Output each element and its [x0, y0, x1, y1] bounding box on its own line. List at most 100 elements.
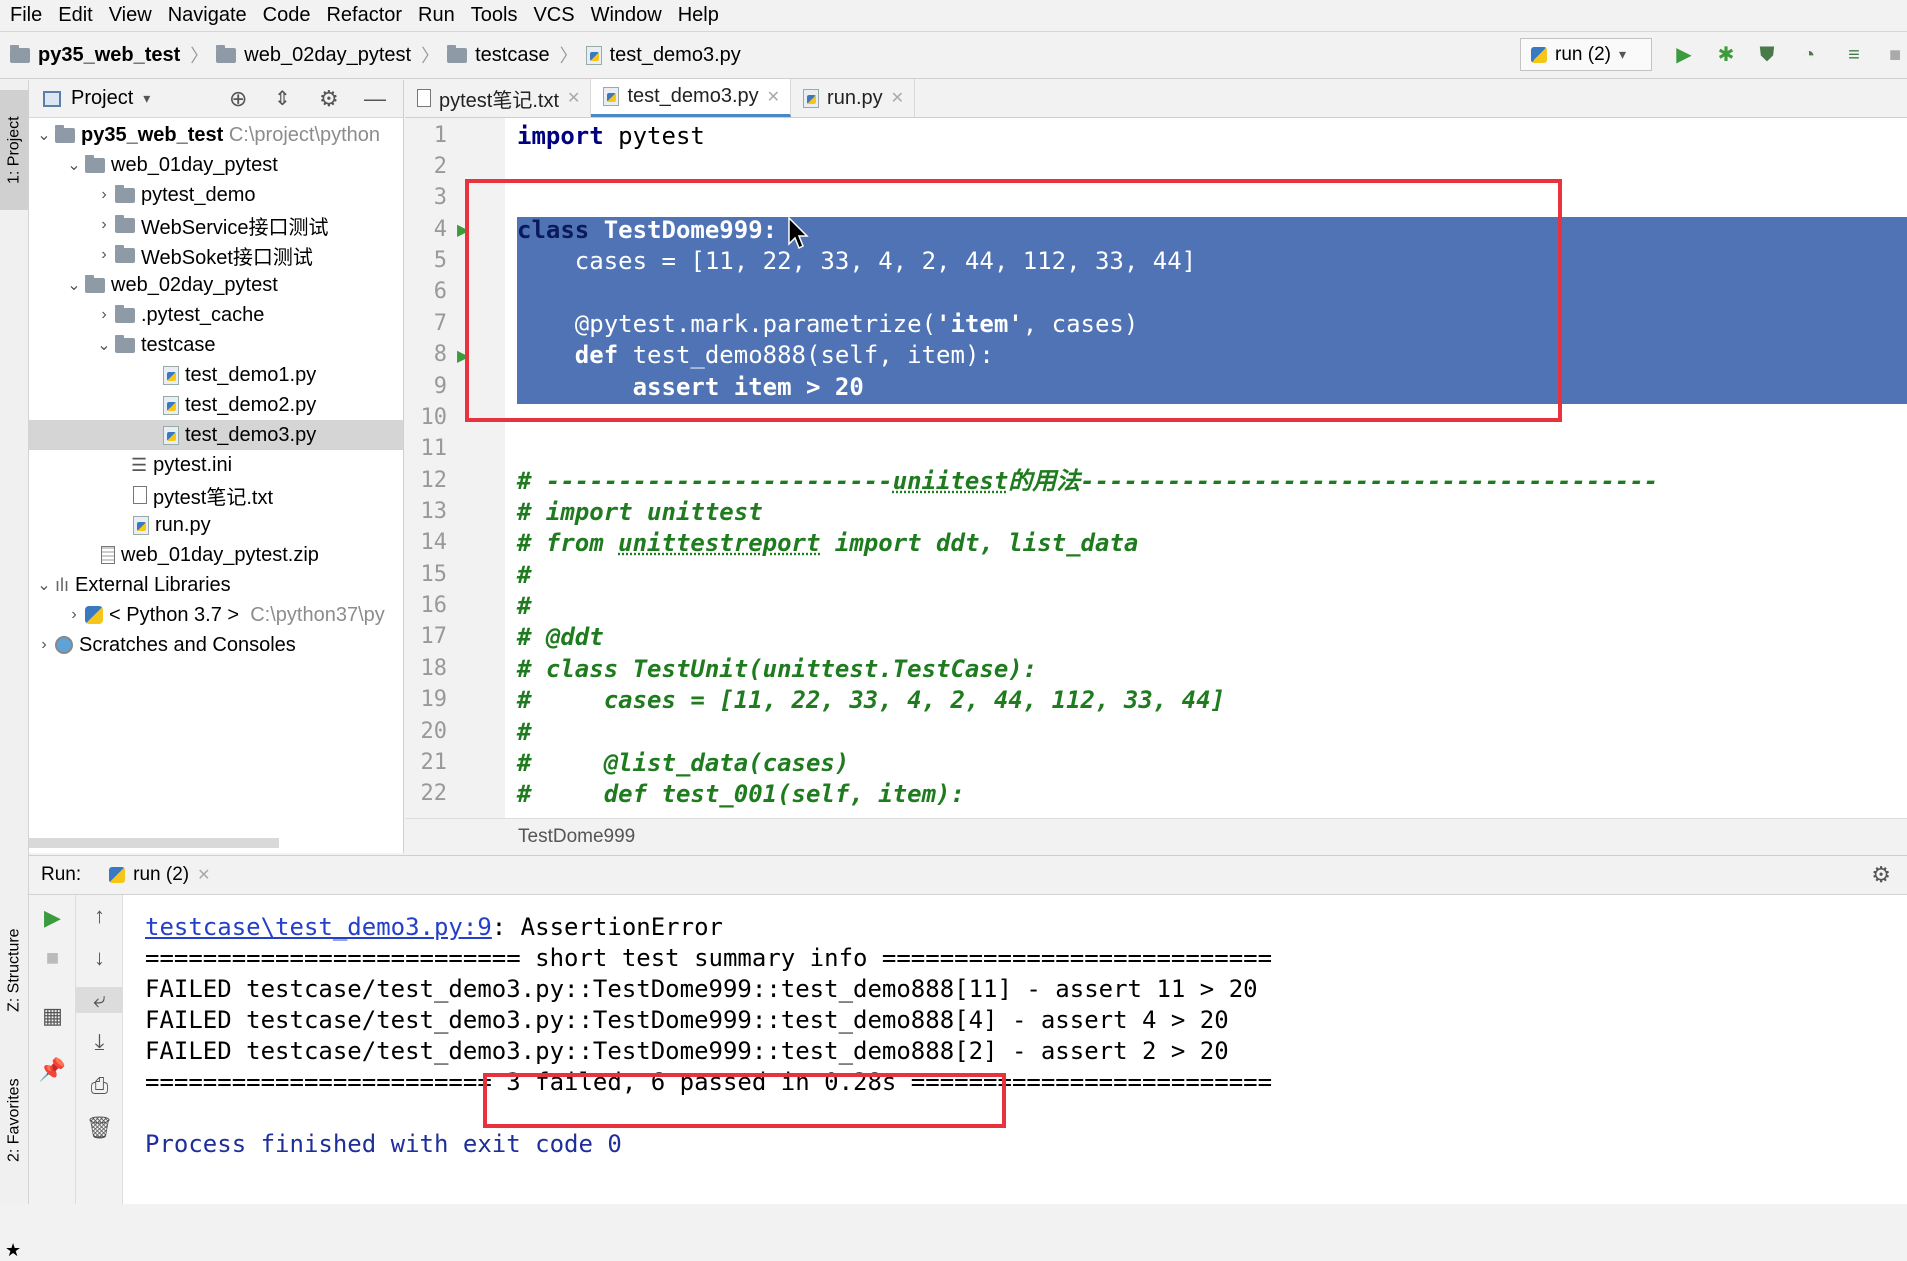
python-icon: [85, 606, 103, 624]
tree-item[interactable]: ⌄ ılı External Libraries: [29, 570, 403, 600]
project-view-title[interactable]: Project: [71, 87, 133, 110]
folder-icon: [115, 184, 135, 203]
down-arrow-icon[interactable]: ↓: [76, 945, 123, 971]
tree-item[interactable]: pytest笔记.txt: [29, 480, 403, 510]
menu-code[interactable]: Code: [257, 4, 321, 27]
comment: unittestreport: [618, 529, 821, 557]
stop-icon[interactable]: ■: [1884, 44, 1906, 66]
console-output[interactable]: testcase\test_demo3.py:9: AssertionError…: [123, 895, 1907, 1204]
structure-tool-tab[interactable]: Z: Structure: [0, 900, 29, 1040]
python-icon: [1531, 46, 1547, 63]
scroll-to-end-icon[interactable]: ⤓: [76, 1029, 123, 1055]
tree-item[interactable]: ⌄ testcase: [29, 330, 403, 360]
menu-help[interactable]: Help: [672, 4, 729, 27]
library-icon: ılı: [55, 574, 70, 595]
console-exit-line: Process finished with exit code 0: [145, 1130, 622, 1158]
menu-view[interactable]: View: [103, 4, 162, 27]
run-tab[interactable]: run (2) ✕: [109, 864, 211, 886]
chevron-down-icon[interactable]: ▾: [143, 90, 150, 107]
tab-run[interactable]: run.py ✕: [791, 79, 916, 117]
folder-icon: [10, 44, 30, 63]
comment: import ddt, list_data: [820, 529, 1139, 557]
console-line: FAILED testcase/test_demo3.py::TestDome9…: [145, 1037, 1229, 1065]
run-concurrency-icon[interactable]: ≡: [1843, 44, 1865, 66]
tree-item[interactable]: ⌄ web_01day_pytest: [29, 150, 403, 180]
console-text: : AssertionError: [491, 913, 723, 941]
breadcrumb-folder[interactable]: web_02day_pytest: [216, 44, 411, 67]
menu-tools[interactable]: Tools: [465, 4, 528, 27]
rerun-icon[interactable]: ▶: [29, 905, 76, 931]
tree-item-label: test_demo3.py: [185, 423, 317, 446]
menu-run[interactable]: Run: [412, 4, 465, 27]
collapse-all-icon[interactable]: ⇕: [274, 86, 291, 111]
print-icon[interactable]: ⎙: [76, 1073, 123, 1099]
line-number: 16: [420, 593, 448, 618]
chevron-right-icon: 〉: [421, 46, 440, 66]
tree-item[interactable]: ⌄ web_02day_pytest: [29, 270, 403, 300]
file-link[interactable]: testcase\test_demo3.py:9: [145, 913, 492, 941]
breadcrumb-file[interactable]: test_demo3.py: [585, 44, 741, 67]
favorites-tool-tab[interactable]: 2: Favorites: [0, 1055, 29, 1185]
code-breadcrumb-label: TestDome999: [518, 826, 636, 847]
menu-refactor[interactable]: Refactor: [320, 4, 412, 27]
profile-icon[interactable]: ◔: [1798, 44, 1820, 66]
hide-icon[interactable]: —: [364, 86, 386, 112]
tree-item[interactable]: › pytest_demo: [29, 180, 403, 210]
tree-item[interactable]: web_01day_pytest.zip: [29, 540, 403, 570]
gear-icon[interactable]: ⚙: [1871, 862, 1891, 888]
horizontal-scrollbar[interactable]: [29, 838, 279, 848]
tab-label: test_demo3.py: [627, 85, 759, 107]
editor-tabs: pytest笔记.txt ✕ test_demo3.py ✕ run.py ✕: [405, 79, 1907, 118]
breadcrumb-project[interactable]: py35_web_test: [10, 44, 180, 67]
python-file-icon: [163, 425, 179, 445]
project-tool-tab-label: 1: Project: [5, 116, 23, 184]
tree-item[interactable]: test_demo2.py: [29, 390, 403, 420]
layout-icon[interactable]: ▦: [29, 1003, 76, 1029]
chevron-down-icon: ⌄: [67, 277, 81, 294]
menu-bar: File Edit View Navigate Code Refactor Ru…: [0, 0, 1907, 31]
menu-vcs[interactable]: VCS: [527, 4, 584, 27]
tree-item[interactable]: › WebService接口测试: [29, 210, 403, 240]
run-panel-label: Run:: [41, 864, 82, 885]
tree-item-selected[interactable]: test_demo3.py: [29, 420, 403, 450]
tree-item[interactable]: ⌄ py35_web_test C:\project\python: [29, 120, 403, 150]
tree-item[interactable]: › WebSoket接口测试: [29, 240, 403, 270]
project-tool-tab[interactable]: 1: Project: [0, 90, 29, 210]
breadcrumb-label: web_02day_pytest: [244, 43, 412, 66]
soft-wrap-icon[interactable]: ⤶: [76, 987, 123, 1013]
run-config-select[interactable]: run (2) ▾: [1520, 38, 1652, 71]
tree-item[interactable]: › Scratches and Consoles: [29, 630, 403, 660]
run-icon[interactable]: ▶: [1673, 44, 1695, 66]
stop-icon[interactable]: ■: [29, 945, 76, 971]
locate-icon[interactable]: ⊕: [229, 86, 247, 112]
tree-item[interactable]: ☰ pytest.ini: [29, 450, 403, 480]
breadcrumb-folder[interactable]: testcase: [447, 44, 550, 67]
menu-edit[interactable]: Edit: [52, 4, 102, 27]
close-icon[interactable]: ✕: [891, 88, 904, 108]
tab-pytest-notes[interactable]: pytest笔记.txt ✕: [405, 79, 592, 117]
debug-icon[interactable]: ✱: [1715, 44, 1737, 66]
line-number: 21: [420, 750, 448, 775]
close-icon[interactable]: ✕: [567, 88, 580, 108]
menu-window[interactable]: Window: [585, 4, 672, 27]
coverage-icon[interactable]: ⛊: [1756, 44, 1778, 66]
close-icon[interactable]: ✕: [767, 87, 780, 107]
trash-icon[interactable]: 🗑: [76, 1115, 123, 1141]
code-breadcrumb[interactable]: TestDome999: [405, 818, 1907, 854]
menu-navigate[interactable]: Navigate: [162, 4, 257, 27]
chevron-down-icon: ⌄: [37, 577, 51, 594]
tree-item[interactable]: › < Python 3.7 > C:\python37\py: [29, 600, 403, 630]
tree-item[interactable]: › .pytest_cache: [29, 300, 403, 330]
tree-item-path: C:\python37\py: [250, 603, 385, 626]
tree-item[interactable]: run.py: [29, 510, 403, 540]
tab-test-demo3[interactable]: test_demo3.py ✕: [591, 79, 792, 117]
gear-icon[interactable]: ⚙: [319, 86, 339, 112]
python-file-icon: [603, 87, 620, 106]
menu-file[interactable]: File: [4, 4, 52, 27]
tree-item[interactable]: test_demo1.py: [29, 360, 403, 390]
project-panel: Project ▾ ⊕ ⇕ ⚙ — ⌄ py35_web_test C:\proj…: [29, 80, 404, 853]
up-arrow-icon[interactable]: ↑: [76, 903, 123, 929]
code-line-13: # import unittest: [517, 498, 763, 526]
pin-icon[interactable]: 📌: [29, 1057, 76, 1083]
close-icon[interactable]: ✕: [197, 865, 210, 885]
